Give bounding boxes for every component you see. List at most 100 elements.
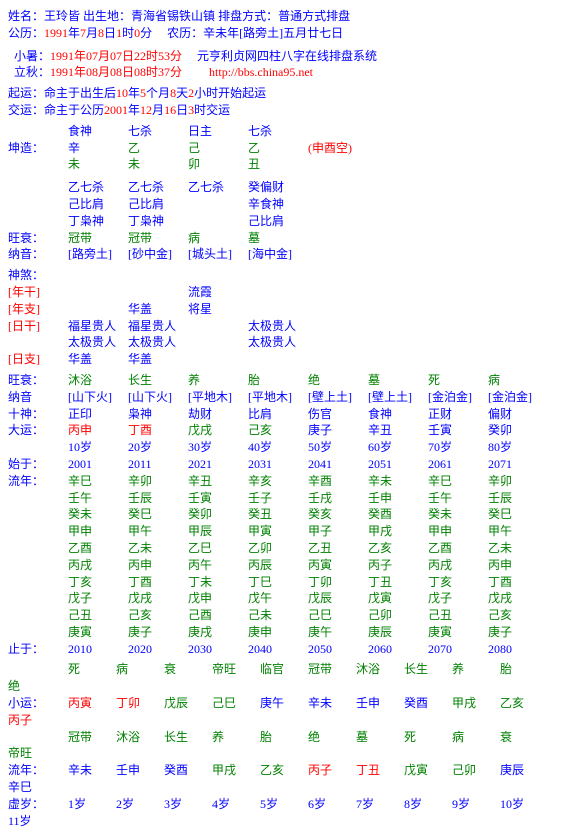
cell: 壬辰: [128, 490, 188, 507]
cell: 9岁: [452, 796, 500, 813]
url-link[interactable]: http://bbs.china95.net: [209, 65, 313, 79]
cell: 乙酉: [68, 540, 128, 557]
cell: 2010: [68, 641, 128, 658]
cell: 戊戌: [128, 590, 188, 607]
cell: 华盖: [68, 351, 128, 368]
cell: 福星贵人: [128, 318, 188, 335]
cell: 2061: [428, 456, 488, 473]
cell: 戊寅: [368, 590, 428, 607]
cell: 丙戌: [68, 557, 128, 574]
cell: 长生: [404, 661, 452, 678]
cell: 枭神: [128, 406, 188, 423]
cell: [砂中金]: [128, 246, 188, 263]
cell: [金泊金]: [428, 389, 488, 406]
cell: 病: [488, 372, 548, 389]
cell: 丙戌: [428, 557, 488, 574]
cell: 辛卯: [488, 473, 548, 490]
cell: 辛卯: [128, 473, 188, 490]
cell: 壬子: [248, 490, 308, 507]
cell: 2080: [488, 641, 548, 658]
cell: 绝: [308, 372, 368, 389]
cell: 伤官: [308, 406, 368, 423]
cell: 偏财: [488, 406, 548, 423]
cell: 辛丑: [188, 473, 248, 490]
cell: [壁上土]: [308, 389, 368, 406]
cell: 癸丑: [248, 506, 308, 523]
cell: 癸酉: [368, 506, 428, 523]
cell: 戊申: [188, 590, 248, 607]
cell: 庚寅: [428, 624, 488, 641]
cell: 养: [188, 372, 248, 389]
cell: 壬午: [428, 490, 488, 507]
cell: 太极贵人: [248, 334, 308, 351]
cell: 戊子: [428, 590, 488, 607]
cell: [山下火]: [68, 389, 128, 406]
xiaoyun: 死病衰帝旺临官冠带沐浴长生养胎绝 小运：丙寅丁卯戊辰己巳庚午辛未壬申癸酉甲戌乙亥…: [8, 661, 565, 829]
cell: 壬寅: [188, 490, 248, 507]
cell: 将星: [188, 301, 248, 318]
cell: 甲申: [68, 523, 128, 540]
cell: 死: [428, 372, 488, 389]
cell: 病: [188, 230, 248, 247]
cell: 乙七杀: [68, 179, 128, 196]
cell: 70岁: [428, 439, 488, 456]
shensha: 神煞： [年干]流霞[年支]华盖将星[日干]福星贵人福星贵人太极贵人太极贵人太极…: [8, 267, 565, 368]
cell: 2030: [188, 641, 248, 658]
cell: 戊子: [68, 590, 128, 607]
cell: 庚午: [308, 624, 368, 641]
cell: [城头土]: [188, 246, 248, 263]
cell: 10岁: [68, 439, 128, 456]
cell: 己亥: [128, 607, 188, 624]
cell: 衰: [500, 729, 548, 746]
cell: 庚子: [128, 624, 188, 641]
cell: 临官: [260, 661, 308, 678]
cell: 丙寅: [308, 557, 368, 574]
cell: 丁丑: [368, 574, 428, 591]
cell: 墓: [248, 230, 308, 247]
cell: 日主: [188, 123, 248, 140]
cell: 七杀: [128, 123, 188, 140]
cell: 2060: [368, 641, 428, 658]
cell: 衰: [164, 661, 212, 678]
cell: 己丑: [68, 607, 128, 624]
cell: 辛酉: [308, 473, 368, 490]
cell: 华盖: [128, 301, 188, 318]
cell: 7岁: [356, 796, 404, 813]
cell: 冠带: [128, 230, 188, 247]
cell: 2021: [188, 456, 248, 473]
cell: [188, 213, 248, 230]
cell: 2011: [128, 456, 188, 473]
cell: 沐浴: [356, 661, 404, 678]
cell: [壁上土]: [368, 389, 428, 406]
cell: 甲午: [128, 523, 188, 540]
cell: [路旁土]: [68, 246, 128, 263]
cell: 墓: [356, 729, 404, 746]
cell: 流霞: [188, 284, 248, 301]
cell: 乙七杀: [128, 179, 188, 196]
cell: 丙申: [488, 557, 548, 574]
cell: 2020: [128, 641, 188, 658]
cell: 己比肩: [128, 196, 188, 213]
cell: 2050: [308, 641, 368, 658]
cell: 华盖: [128, 351, 188, 368]
cell: 壬戌: [308, 490, 368, 507]
cell: 1岁: [68, 796, 116, 813]
cell: 4岁: [212, 796, 260, 813]
cell: 死: [68, 661, 116, 678]
cell: 太极贵人: [248, 318, 308, 335]
cell: 癸未: [68, 506, 128, 523]
cell: 乙未: [488, 540, 548, 557]
cell: 己巳: [308, 607, 368, 624]
cell: 壬申: [368, 490, 428, 507]
cell: 6岁: [308, 796, 356, 813]
cell: 己卯: [368, 607, 428, 624]
cell: 80岁: [488, 439, 548, 456]
cell: 帝旺: [8, 745, 56, 762]
cell: 壬午: [68, 490, 128, 507]
cell: 辛亥: [248, 473, 308, 490]
cell: 己比肩: [68, 196, 128, 213]
cell: 病: [116, 661, 164, 678]
cell: 8岁: [404, 796, 452, 813]
cell: 沐浴: [116, 729, 164, 746]
cell: 冠带: [308, 661, 356, 678]
